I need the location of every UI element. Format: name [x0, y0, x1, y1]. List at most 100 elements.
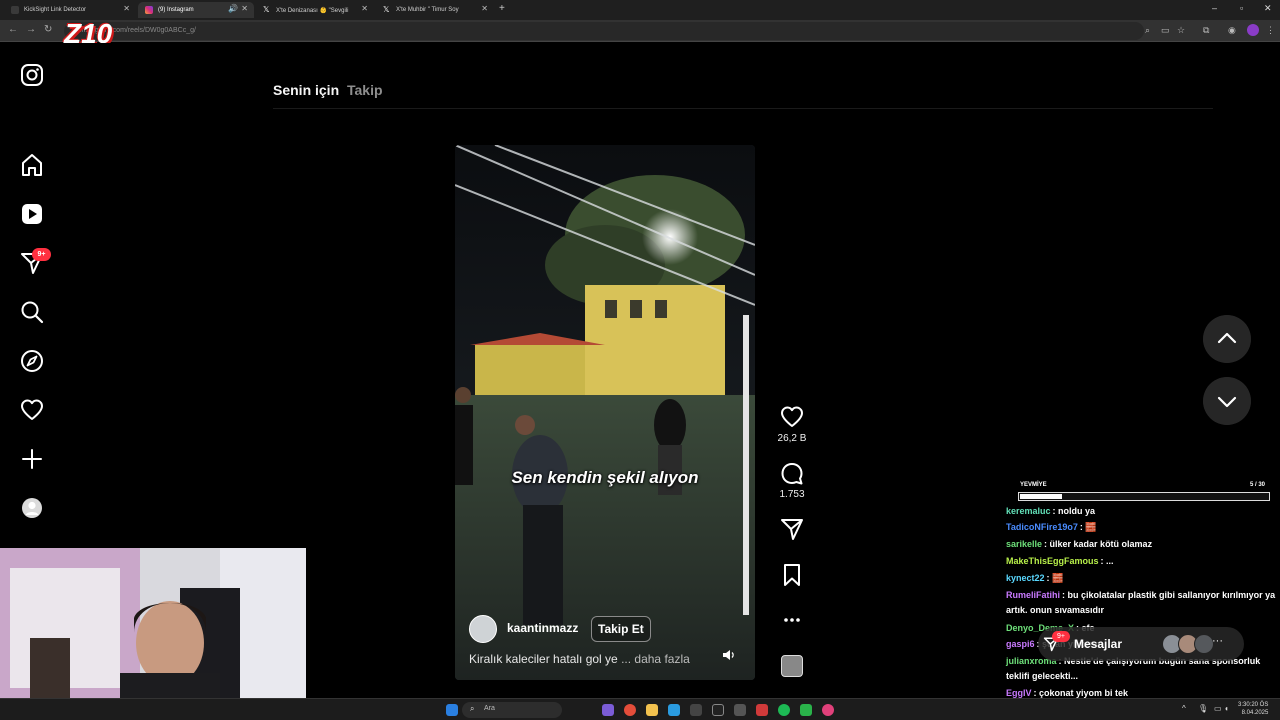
author-avatar[interactable]	[469, 615, 497, 643]
app-icon[interactable]	[690, 704, 702, 716]
browser-tab[interactable]: 𝕏 X'te Denizanası 👶 "Sevgili ✕	[256, 2, 374, 18]
goal-progress-bar	[1018, 492, 1270, 501]
maximize-icon[interactable]: ▫	[1240, 3, 1243, 13]
goal-progress-fill	[1020, 494, 1062, 499]
previous-reel-button[interactable]	[1203, 315, 1251, 363]
chrome-icon[interactable]	[624, 704, 636, 716]
create-plus-icon[interactable]	[18, 445, 46, 473]
instagram-favicon-icon	[145, 6, 153, 14]
volume-icon[interactable]	[721, 647, 737, 663]
description-text: Kiralık kaleciler hatalı gol ye	[469, 652, 618, 666]
more-options-icon[interactable]	[778, 606, 806, 634]
stream-chat: YEVMİYE 5 / 30 keremaluc: noldu ya Tadico…	[1004, 478, 1280, 720]
address-bar-row: ← → ↻ instagram.com/reels/DW0g0ABCc_g/ ⌕…	[0, 20, 1280, 42]
close-tab-icon[interactable]: ✕	[481, 4, 488, 13]
chat-text: : ...	[1100, 556, 1114, 566]
chat-message: sarikelle: ülker kadar kötü olamaz	[1006, 537, 1280, 552]
tab-title: X'te Muhbir " Timur Soy	[396, 7, 459, 13]
taskbar-search[interactable]: ⌕ Ara	[462, 702, 562, 718]
webcam-overlay	[0, 548, 306, 720]
clock-date: 8.04.2025	[1241, 710, 1269, 716]
messages-pill[interactable]: 9+ Mesajlar ···	[1038, 627, 1244, 661]
like-heart-icon[interactable]	[778, 403, 806, 431]
explore-compass-icon[interactable]	[18, 347, 46, 375]
user-avatar[interactable]	[1247, 24, 1259, 36]
close-tab-icon[interactable]: ✕	[361, 4, 368, 13]
url-field[interactable]: instagram.com/reels/DW0g0ABCc_g/	[64, 22, 1144, 40]
chat-username[interactable]: kynect22	[1006, 573, 1045, 583]
tray-chevron-icon[interactable]: ^	[1182, 704, 1186, 713]
chat-username[interactable]: RumeliFatihi	[1006, 590, 1060, 600]
app-icon[interactable]	[800, 704, 812, 716]
bookmark-star-icon[interactable]: ☆	[1177, 25, 1185, 36]
start-icon[interactable]	[446, 704, 458, 716]
browser-tab-active[interactable]: (9) Instagram 🔊 ✕	[138, 2, 254, 18]
app-icon[interactable]	[734, 704, 746, 716]
audio-thumbnail[interactable]	[781, 655, 803, 677]
tab-title: X'te Denizanası 👶 "Sevgili	[276, 7, 349, 14]
volume-icon[interactable]: ◖	[1224, 704, 1229, 713]
menu-icon[interactable]: ⋮	[1266, 25, 1275, 36]
chat-text: : ülker kadar kötü olamaz	[1044, 539, 1153, 549]
chat-text: : noldu ya	[1052, 506, 1096, 516]
follow-button[interactable]: Takip Et	[591, 616, 651, 642]
edge-icon[interactable]	[668, 704, 680, 716]
chat-username[interactable]: TadicoNFire19o7	[1006, 522, 1078, 532]
forward-icon[interactable]: →	[26, 24, 36, 35]
browser-tab[interactable]: KickSight Link Detector ✕	[4, 2, 136, 18]
extensions-icon[interactable]: ⧉	[1203, 25, 1209, 36]
more-link[interactable]: ... daha fazla	[621, 652, 690, 666]
chat-username[interactable]: keremaluc	[1006, 506, 1051, 516]
video-caption-overlay: Sen kendin şekil alıyon	[511, 468, 699, 487]
reels-icon[interactable]	[18, 200, 46, 228]
new-tab-icon[interactable]: +	[499, 3, 505, 14]
webcam-image	[0, 548, 306, 720]
close-tab-icon[interactable]: ✕	[241, 4, 248, 13]
app-icon[interactable]	[602, 704, 614, 716]
clock-time: 3:30:20 ÖS	[1238, 702, 1269, 708]
search-placeholder: Ara	[484, 705, 495, 712]
messages-badge: 9+	[1052, 631, 1070, 642]
home-icon[interactable]	[18, 151, 46, 179]
save-bookmark-icon[interactable]	[778, 561, 806, 589]
reload-icon[interactable]: ↻	[44, 24, 52, 35]
chat-username[interactable]: EggIV	[1006, 688, 1032, 698]
back-icon[interactable]: ←	[8, 24, 18, 35]
tab-for-you[interactable]: Senin için	[273, 82, 339, 98]
heart-notifications-icon[interactable]	[18, 396, 46, 424]
spotify-icon[interactable]	[778, 704, 790, 716]
chat-message: MakeThisEggFamous: ...	[1006, 554, 1280, 569]
comment-icon[interactable]	[778, 460, 806, 488]
close-tab-icon[interactable]: ✕	[123, 4, 130, 13]
mic-icon[interactable]: 🎙	[1198, 704, 1208, 713]
app-icon[interactable]	[756, 704, 768, 716]
chat-username[interactable]: gaspi6	[1006, 639, 1035, 649]
search-icon[interactable]	[18, 298, 46, 326]
chat-username[interactable]: MakeThisEggFamous	[1006, 556, 1099, 566]
browser-tab[interactable]: 𝕏 X'te Muhbir " Timur Soy ✕	[376, 2, 494, 18]
profile-avatar-icon[interactable]	[18, 494, 46, 522]
profile-icon[interactable]: ◉	[1228, 25, 1236, 36]
app-icon[interactable]	[712, 704, 724, 716]
tab-following[interactable]: Takip	[347, 82, 383, 98]
x-logo-icon: 𝕏	[263, 5, 270, 14]
search-icon[interactable]: ⌕	[1145, 25, 1150, 36]
share-icon[interactable]	[778, 515, 806, 543]
chat-text: : 🧱	[1079, 522, 1097, 532]
tab-favicon-icon	[11, 6, 19, 14]
goal-count: 5 / 30	[1250, 482, 1266, 488]
reel-description: Kiralık kaleciler hatalı gol ye ... daha…	[469, 652, 690, 666]
instagram-logo-icon[interactable]	[18, 61, 46, 89]
next-reel-button[interactable]	[1203, 377, 1251, 425]
app-icon[interactable]	[822, 704, 834, 716]
network-icon[interactable]: ▭	[1214, 704, 1222, 713]
folder-icon[interactable]	[646, 704, 658, 716]
reel-video[interactable]: Sen kendin şekil alıyon kaantinmazz Taki…	[455, 145, 755, 680]
chat-username[interactable]: sarikelle	[1006, 539, 1042, 549]
close-window-icon[interactable]: ✕	[1264, 3, 1272, 14]
author-username[interactable]: kaantinmazz	[507, 621, 578, 635]
minimize-icon[interactable]: –	[1212, 3, 1217, 13]
clock[interactable]: 3:30:20 ÖS 8.04.2025	[1238, 701, 1268, 717]
speaker-icon[interactable]: 🔊	[228, 4, 238, 13]
cast-icon[interactable]: ▭	[1161, 25, 1170, 36]
